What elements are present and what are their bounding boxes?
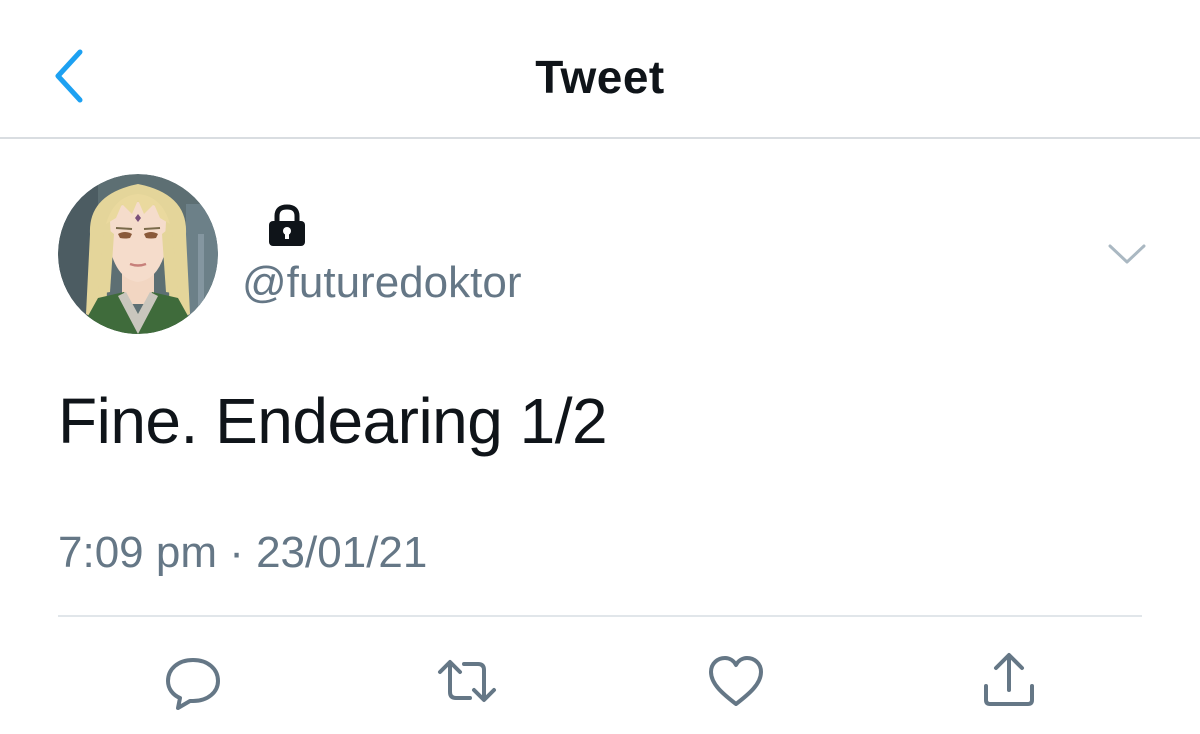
divider — [58, 615, 1142, 617]
like-button[interactable] — [703, 648, 769, 714]
tweet-menu-button[interactable] — [1102, 236, 1152, 272]
retweet-icon — [438, 660, 496, 702]
share-icon — [984, 653, 1034, 706]
retweet-button[interactable] — [434, 648, 500, 714]
tweet-text: Fine. Endearing 1/2 — [58, 385, 608, 457]
user-handle[interactable]: @futuredoktor — [242, 258, 521, 308]
reply-button[interactable] — [160, 648, 226, 714]
page-title: Tweet — [535, 51, 665, 103]
header-bar: Tweet — [0, 0, 1200, 139]
tweet-detail-screen: Tweet @futuredoktor Fine. Endearing 1/2 … — [0, 0, 1200, 734]
like-icon — [709, 656, 763, 706]
reply-icon — [166, 658, 220, 710]
lock-icon — [264, 202, 310, 248]
avatar[interactable] — [58, 174, 218, 334]
share-button[interactable] — [976, 648, 1042, 714]
tweet-timestamp[interactable]: 7:09 pm · 23/01/21 — [58, 528, 427, 578]
avatar-image — [58, 174, 218, 334]
chevron-down-icon — [1108, 244, 1146, 264]
